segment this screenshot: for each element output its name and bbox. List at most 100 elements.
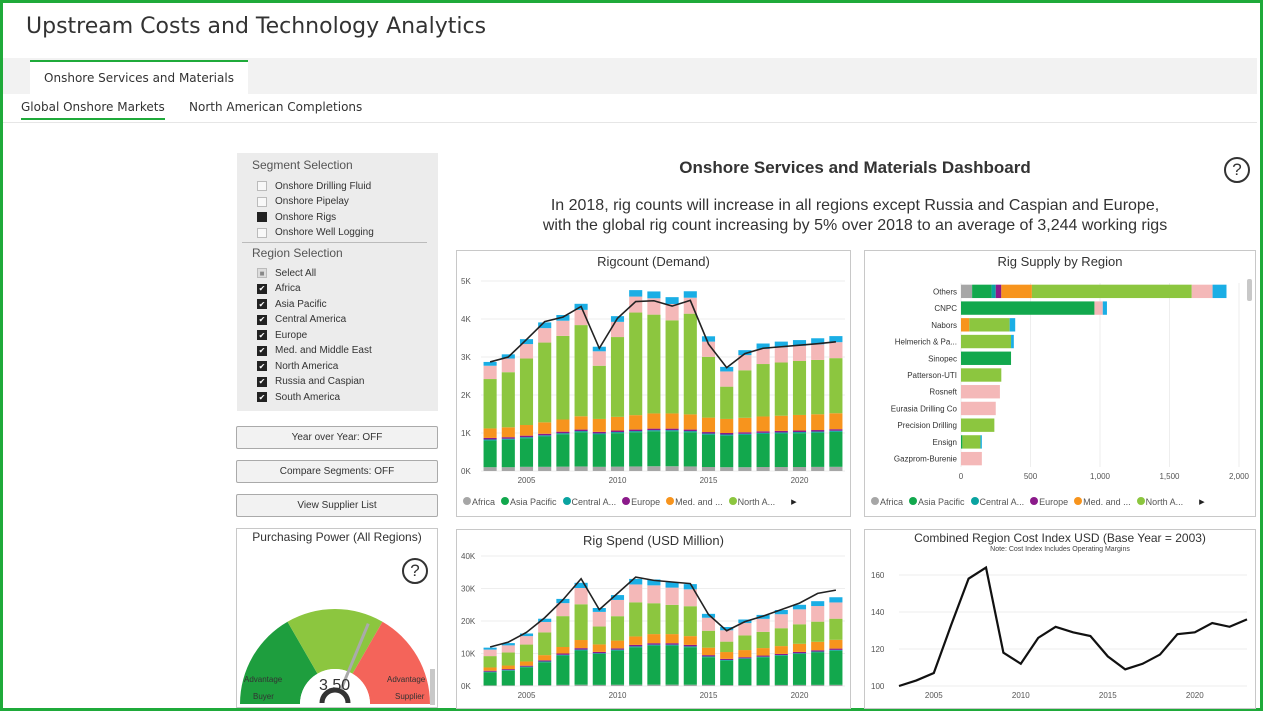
bar-segment[interactable] [683,644,697,647]
legend-item[interactable]: Central A... [562,496,616,507]
bar-segment[interactable] [501,652,515,666]
segment-item[interactable]: Onshore Rigs [257,210,336,224]
bar-segment[interactable] [592,365,606,419]
bar-segment[interactable] [538,632,552,656]
bar-segment[interactable] [665,634,679,644]
bar-segment[interactable] [610,640,625,649]
bar-segment[interactable] [811,684,825,686]
bar-segment[interactable] [961,318,970,332]
bar-segment[interactable] [592,651,606,654]
bar-segment[interactable] [592,431,606,434]
bar-segment[interactable] [629,602,643,637]
bar-segment[interactable] [574,650,588,685]
bar-segment[interactable] [610,649,625,651]
bar-segment[interactable] [556,320,570,336]
bar-segment[interactable] [738,684,752,686]
bar-segment[interactable] [811,651,825,653]
bar-segment[interactable] [962,435,981,449]
bar-segment[interactable] [483,440,497,468]
bar-segment[interactable] [592,653,606,654]
bar-segment[interactable] [961,385,1000,399]
bar-segment[interactable] [610,432,625,434]
bar-segment[interactable] [592,351,606,366]
bar-segment[interactable] [961,451,982,466]
region-item[interactable]: ✔ North America [257,359,338,373]
bar-segment[interactable] [629,429,643,432]
subtab-global-onshore-markets[interactable]: Global Onshore Markets [21,100,165,120]
bar-segment[interactable] [811,650,825,652]
bar-segment[interactable] [720,386,734,419]
region-item[interactable]: ✔ Russia and Caspian [257,375,365,389]
bar-segment[interactable] [665,320,679,414]
bar-segment[interactable] [774,467,788,471]
bar-segment[interactable] [610,684,625,686]
checkbox-icon[interactable]: ■ [257,268,267,278]
bar-segment[interactable] [774,655,788,656]
bar-segment[interactable] [647,291,661,299]
bar-segment[interactable] [483,672,497,686]
bar-segment[interactable] [629,584,643,603]
bar-segment[interactable] [647,644,661,646]
bar-segment[interactable] [665,430,679,432]
bar-segment[interactable] [538,436,552,467]
bar-segment[interactable] [980,435,982,449]
bar-segment[interactable] [829,684,843,686]
bar-segment[interactable] [592,418,606,432]
bar-segment[interactable] [629,466,643,471]
checkbox-icon[interactable]: ✔ [257,361,267,371]
checkbox-icon[interactable]: ✔ [257,392,267,402]
bar-segment[interactable] [629,296,643,313]
bar-segment[interactable] [519,344,534,359]
checkbox-icon[interactable] [257,227,267,238]
bar-segment[interactable] [519,666,534,668]
bar-segment[interactable] [665,684,679,686]
bar-segment[interactable] [829,648,843,650]
checkbox-icon[interactable]: ✔ [257,376,267,387]
bar-segment[interactable] [483,667,497,671]
bar-segment[interactable] [501,670,515,686]
bar-segment[interactable] [961,301,1095,315]
bar-segment[interactable] [829,602,843,619]
bar-segment[interactable] [519,358,534,426]
bar-segment[interactable] [738,433,752,435]
bar-segment[interactable] [647,603,661,635]
checkbox-icon[interactable] [257,212,267,222]
bar-segment[interactable] [629,644,643,647]
bar-segment[interactable] [961,284,973,299]
bar-segment[interactable] [629,290,643,297]
bar-segment[interactable] [774,347,788,363]
bar-segment[interactable] [792,360,807,415]
bar-segment[interactable] [811,621,825,642]
bar-segment[interactable] [774,430,788,433]
bar-segment[interactable] [501,437,515,439]
bar-segment[interactable] [683,414,697,430]
bar-segment[interactable] [774,646,788,654]
bar-segment[interactable] [961,401,996,416]
bar-segment[interactable] [647,428,661,431]
bar-segment[interactable] [756,364,770,417]
bar-segment[interactable] [738,635,752,651]
bar-segment[interactable] [811,606,825,622]
bar-segment[interactable] [574,684,588,686]
bar-segment[interactable] [683,636,697,645]
bar-segment[interactable] [647,585,661,604]
bar-segment[interactable] [1011,334,1014,349]
bar-segment[interactable] [592,433,606,435]
bar-segment[interactable] [483,361,497,366]
bar-segment[interactable] [647,643,661,645]
legend-item[interactable]: North A... [1136,496,1183,507]
legend-item[interactable]: Africa [463,496,495,507]
bar-segment[interactable] [756,656,770,658]
bar-segment[interactable] [483,439,497,441]
bar-segment[interactable] [720,652,734,659]
bar-segment[interactable] [961,435,963,449]
bar-segment[interactable] [501,427,515,438]
bar-segment[interactable] [720,660,734,686]
legend-item[interactable]: Asia Pacific [501,496,557,507]
bar-segment[interactable] [756,684,770,686]
bar-segment[interactable] [538,328,552,343]
bar-segment[interactable] [829,342,843,359]
bar-segment[interactable] [701,432,716,434]
legend-item[interactable]: Europe [622,496,660,507]
bar-segment[interactable] [538,342,552,423]
